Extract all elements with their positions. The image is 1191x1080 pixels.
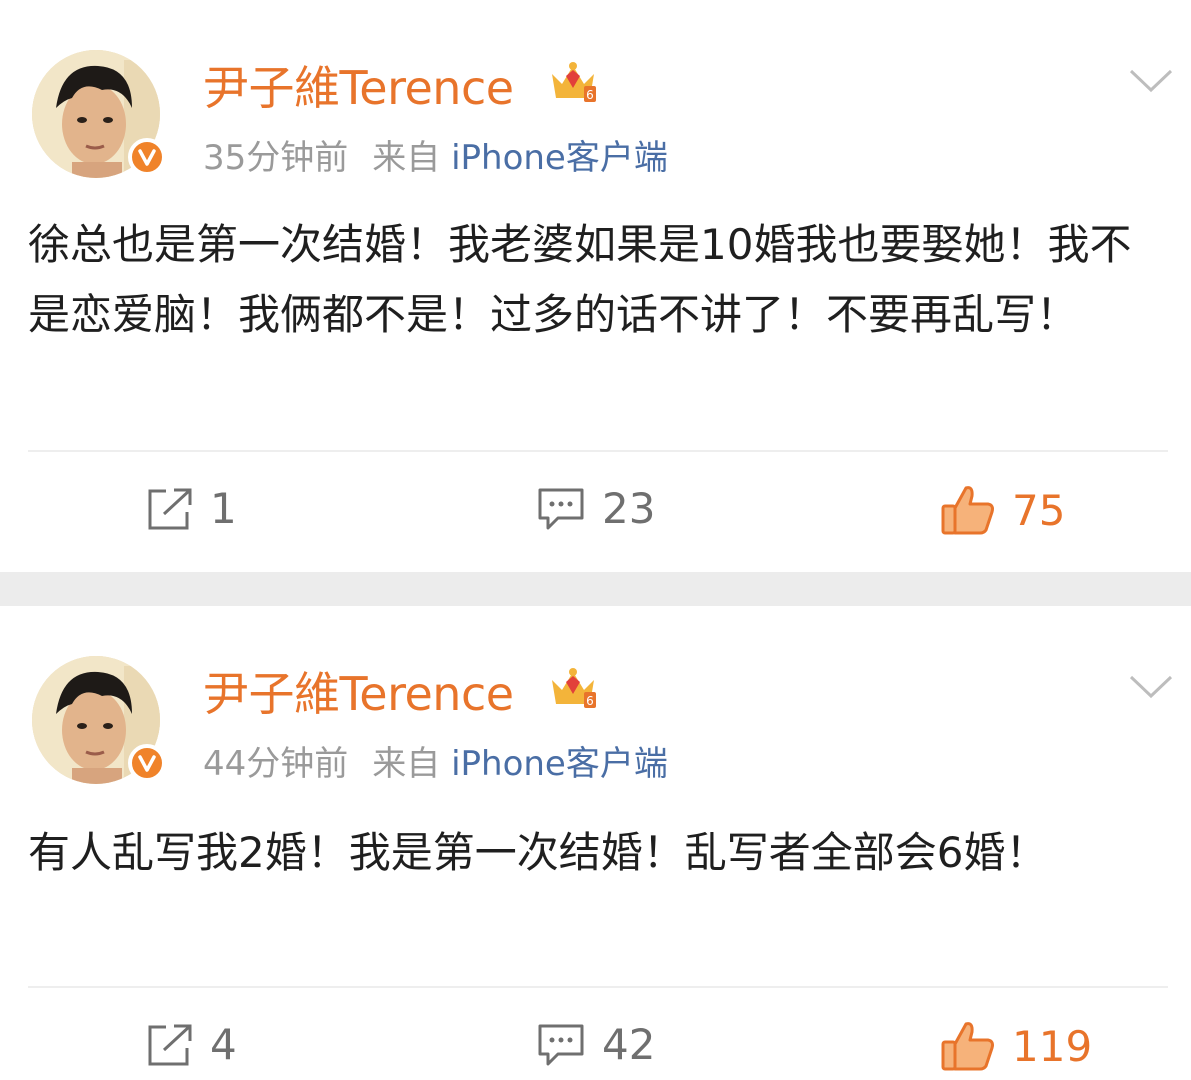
post-meta: 44分钟前 来自 iPhone客户端 (203, 736, 668, 785)
username[interactable]: 尹子維Terence (203, 658, 514, 724)
crown-vip-icon[interactable]: 6 (548, 60, 598, 104)
source-app-link[interactable]: iPhone客户端 (451, 138, 668, 178)
verified-v-icon (128, 138, 166, 176)
comment-icon (538, 488, 584, 529)
chevron-down-icon[interactable] (1128, 674, 1174, 700)
divider (28, 986, 1168, 988)
repost-count: 1 (210, 484, 237, 533)
comment-button[interactable]: 23 (536, 484, 655, 533)
username[interactable]: 尹子維Terence (203, 52, 514, 118)
comment-count: 23 (602, 484, 656, 533)
post-content: 有人乱写我2婚！我是第一次结婚！乱写者全部会6婚！ (28, 828, 1048, 877)
like-button[interactable]: 75 (940, 484, 1065, 536)
comment-icon (538, 1024, 584, 1065)
repost-icon (148, 1024, 192, 1065)
post-time: 35分钟前 (203, 138, 349, 178)
chevron-down-icon[interactable] (1128, 68, 1174, 94)
like-count: 75 (1012, 485, 1066, 535)
thumbs-up-icon (941, 486, 994, 535)
source-app-link[interactable]: iPhone客户端 (451, 744, 668, 784)
post-meta: 35分钟前 来自 iPhone客户端 (203, 130, 668, 179)
verified-v-icon (128, 744, 166, 782)
svg-text:6: 6 (586, 88, 594, 102)
repost-button[interactable]: 4 (146, 1020, 237, 1069)
weibo-post: 尹子維Terence 6 44分钟前 来自 iPhone客户端 有人乱写我2婚！我… (0, 606, 1191, 1080)
comment-button[interactable]: 42 (536, 1020, 655, 1069)
weibo-post: 尹子維Terence 6 35分钟前 来自 iPhone客户端 徐总也是第一次结婚… (0, 0, 1191, 572)
repost-button[interactable]: 1 (146, 484, 237, 533)
repost-count: 4 (210, 1020, 237, 1069)
divider (28, 450, 1168, 452)
svg-text:6: 6 (586, 694, 594, 708)
source-label: 来自 (372, 744, 441, 784)
post-time: 44分钟前 (203, 744, 349, 784)
post-content: 徐总也是第一次结婚！我老婆如果是10婚我也要娶她！我不是恋爱脑！我俩都不是！过多… (28, 220, 1132, 339)
thumbs-up-icon (941, 1022, 994, 1071)
crown-vip-icon[interactable]: 6 (548, 666, 598, 710)
source-label: 来自 (372, 138, 441, 178)
like-button[interactable]: 119 (940, 1020, 1092, 1072)
comment-count: 42 (602, 1020, 656, 1069)
like-count: 119 (1012, 1021, 1093, 1071)
repost-icon (148, 488, 192, 529)
